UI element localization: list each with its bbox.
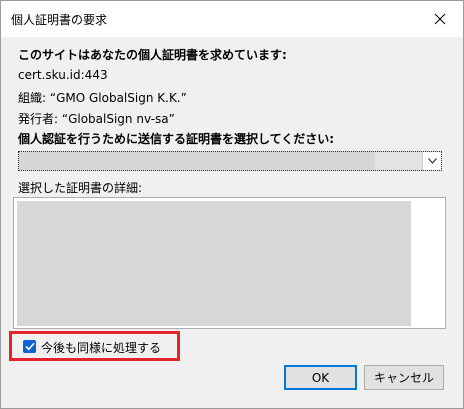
certificate-request-dialog: 個人証明書の要求 このサイトはあなたの個人証明書を求めています: cert.sk…	[0, 0, 464, 409]
certificate-select[interactable]	[18, 151, 442, 171]
title-bar[interactable]: 個人証明書の要求	[1, 1, 463, 37]
details-label: 選択した証明書の詳細:	[18, 181, 143, 195]
site-host: cert.sku.id:443	[18, 68, 108, 82]
certificate-details-box[interactable]	[13, 197, 446, 329]
remember-label[interactable]: 今後も同様に処理する	[41, 339, 161, 356]
dropdown-button[interactable]	[422, 152, 441, 170]
select-prompt: 個人認証を行うために送信する証明書を選択してください:	[18, 132, 335, 146]
request-heading: このサイトはあなたの個人証明書を求めています:	[18, 48, 287, 62]
cancel-button[interactable]: キャンセル	[364, 365, 444, 390]
dialog-body: このサイトはあなたの個人証明書を求めています: cert.sku.id:443 …	[1, 37, 463, 408]
close-button[interactable]	[423, 5, 457, 33]
issuer-text: 発行者: “GlobalSign nv-sa”	[18, 112, 175, 126]
checkmark-icon	[24, 342, 35, 351]
window-title: 個人証明書の要求	[11, 13, 108, 27]
chevron-down-icon	[427, 158, 437, 164]
ok-button[interactable]: OK	[284, 365, 357, 390]
select-value-area	[375, 152, 423, 170]
close-icon	[434, 13, 446, 25]
remember-checkbox[interactable]	[23, 340, 36, 353]
organization-text: 組織: “GMO GlobalSign K.K.”	[18, 91, 187, 105]
details-content	[17, 201, 411, 326]
